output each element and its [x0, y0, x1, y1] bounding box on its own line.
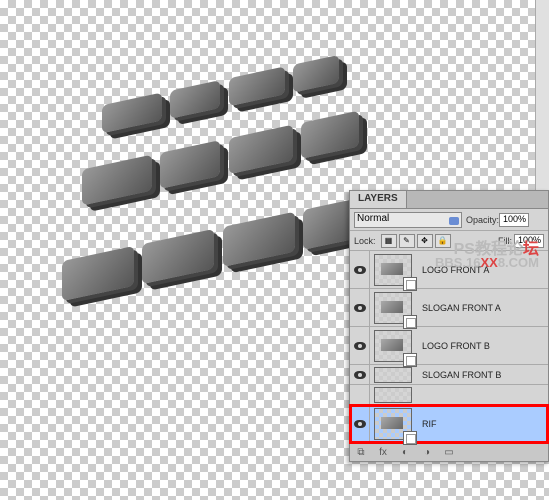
lock-label: Lock:: [354, 236, 376, 246]
layer-thumbnail[interactable]: [374, 367, 412, 383]
eye-icon: [354, 371, 366, 379]
fill-label: Fill:: [498, 236, 512, 246]
blend-mode-select[interactable]: Normal: [354, 212, 462, 228]
eye-icon: [354, 304, 366, 312]
mask-icon[interactable]: ◐: [398, 447, 412, 459]
lock-move-icon[interactable]: ✥: [417, 234, 433, 248]
visibility-toggle[interactable]: [350, 289, 370, 327]
fx-icon[interactable]: fx: [376, 447, 390, 459]
layer-name-label: LOGO FRONT B: [422, 341, 490, 351]
layer-row-slogan-front-b[interactable]: SLOGAN FRONT B: [350, 365, 548, 385]
layers-panel: LAYERS Normal Opacity: 100% Lock: ▦ ✎ ✥ …: [349, 190, 549, 462]
eye-icon: [354, 342, 366, 350]
layer-row-partial[interactable]: [350, 385, 548, 405]
layer-thumbnail[interactable]: [374, 292, 412, 324]
lock-transparency-icon[interactable]: ▦: [381, 234, 397, 248]
group-icon[interactable]: ▭: [442, 447, 456, 459]
layers-bottom-bar: ⧉ fx ◐ ◑ ▭: [350, 443, 548, 461]
opacity-input[interactable]: 100%: [499, 213, 529, 227]
panel-tabs: LAYERS: [350, 191, 548, 209]
canvas-scrollbar[interactable]: [535, 0, 549, 190]
layer-name-label: LOGO FRONT A: [422, 265, 489, 275]
fill-input[interactable]: 100%: [514, 234, 544, 248]
layer-thumbnail[interactable]: [374, 387, 412, 403]
lock-all-icon[interactable]: 🔒: [435, 234, 451, 248]
visibility-toggle[interactable]: [350, 405, 370, 443]
link-icon[interactable]: ⧉: [354, 447, 368, 459]
layer-list: LOGO FRONT A SLOGAN FRONT A LOGO FRONT B…: [350, 251, 548, 443]
adjustment-icon[interactable]: ◑: [420, 447, 434, 459]
layer-name-label: SLOGAN FRONT A: [422, 303, 501, 313]
lock-row: Lock: ▦ ✎ ✥ 🔒 Fill: 100%: [350, 231, 548, 251]
visibility-toggle[interactable]: [350, 251, 370, 289]
layer-thumbnail[interactable]: [374, 330, 412, 362]
layer-name-label: SLOGAN FRONT B: [422, 370, 501, 380]
eye-icon: [354, 266, 366, 274]
layer-thumbnail[interactable]: [374, 408, 412, 440]
opacity-label: Opacity:: [466, 215, 499, 225]
eye-icon: [354, 420, 366, 428]
tab-layers[interactable]: LAYERS: [350, 191, 407, 208]
lock-brush-icon[interactable]: ✎: [399, 234, 415, 248]
layer-thumbnail[interactable]: [374, 254, 412, 286]
layer-row-slogan-front-a[interactable]: SLOGAN FRONT A: [350, 289, 548, 327]
layer-row-rif[interactable]: RIF: [350, 405, 548, 443]
layer-name-label: RIF: [422, 419, 437, 429]
blend-mode-row: Normal Opacity: 100%: [350, 209, 548, 231]
layer-row-logo-front-b[interactable]: LOGO FRONT B: [350, 327, 548, 365]
layer-row-logo-front-a[interactable]: LOGO FRONT A: [350, 251, 548, 289]
